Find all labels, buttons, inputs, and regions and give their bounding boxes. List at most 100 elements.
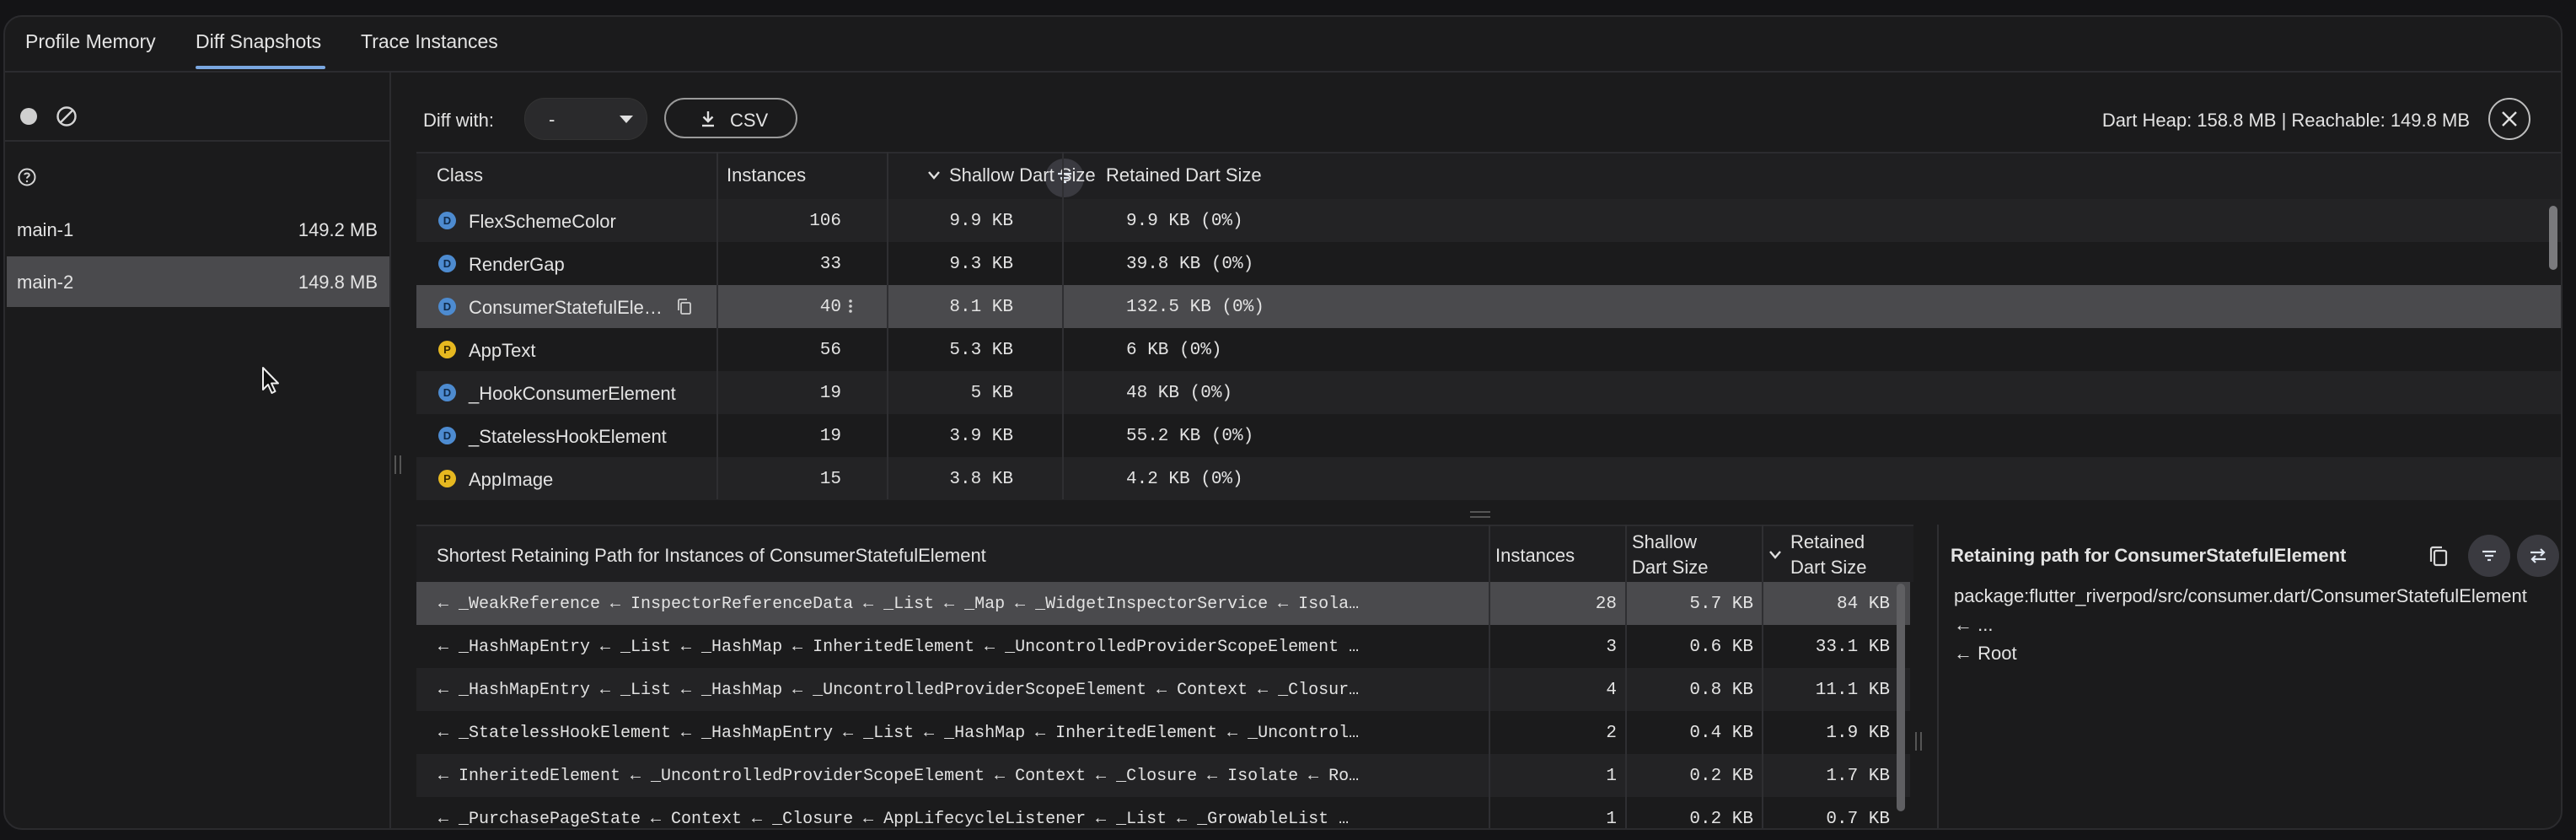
class-row[interactable]: D _HookConsumerElement 19 5 KB 48 KB (0%… (416, 371, 2561, 414)
take-snapshot-icon[interactable] (20, 108, 37, 125)
column-header-retained-size[interactable]: Retained Dart Size (1106, 152, 1262, 199)
retained-size-value: 48 KB (0%) (1126, 384, 1233, 403)
shallow-size-value: 3.9 KB (949, 427, 1013, 446)
retaining-path-row[interactable]: ← _StatelessHookElement ← _HashMapEntry … (416, 711, 1910, 754)
class-name: FlexSchemeColor (469, 211, 616, 232)
retained-size-value: 39.8 KB (0%) (1126, 255, 1254, 274)
tab-bar: Profile Memory Diff Snapshots Trace Inst… (5, 17, 2561, 73)
snapshot-item-main-2[interactable]: main-2 149.8 MB (7, 256, 389, 307)
class-row-selected[interactable]: D ConsumerStatefulEle… 40 8.1 KB 132.5 K… (416, 285, 2561, 328)
class-table: Class Instances Shallow Dart Size Retain… (416, 152, 2561, 516)
package-class-icon: P (438, 470, 456, 487)
retaining-path-title: Retaining path for ConsumerStatefulEleme… (1951, 545, 2347, 566)
path-shallow-value: 0.2 KB (1689, 767, 1753, 786)
dart-class-icon: D (438, 298, 456, 315)
instances-value: 33 (819, 255, 841, 274)
class-row[interactable]: P AppImage 15 3.8 KB 4.2 KB (0%) (416, 457, 2561, 500)
dart-class-icon: D (438, 255, 456, 272)
retaining-path-table: Shortest Retaining Path for Instances of… (416, 525, 1913, 828)
retaining-path-row[interactable]: ← _HashMapEntry ← _List ← _HashMap ← _Un… (416, 668, 1910, 711)
sort-descending-icon (1769, 551, 1781, 559)
path-instances-value: 28 (1595, 595, 1617, 614)
path-filter-button[interactable] (2468, 535, 2510, 577)
shallow-size-value: 5.3 KB (949, 341, 1013, 360)
path-retained-value: 1.9 KB (1826, 724, 1890, 743)
class-row[interactable]: D FlexSchemeColor 106 9.9 KB 9.9 KB (0%) (416, 199, 2561, 242)
retaining-path-row[interactable]: ← InheritedElement ← _UncontrolledProvid… (416, 754, 1910, 797)
retaining-path-line: package:flutter_riverpod/src/consumer.da… (1954, 585, 2527, 606)
snapshot-list-panel: main-1 149.2 MB main-2 149.8 MB (5, 73, 391, 828)
shallow-size-value: 9.3 KB (949, 255, 1013, 274)
diff-with-label: Diff with: (423, 110, 494, 131)
more-vert-icon[interactable] (848, 298, 853, 315)
snapshot-size: 149.8 MB (298, 272, 378, 293)
diff-panel: Diff with: - CSV Dart Heap: 158.8 MB | R… (393, 73, 2561, 828)
retained-size-value: 132.5 KB (0%) (1126, 298, 1264, 317)
class-row[interactable]: D RenderGap 33 9.3 KB 39.8 KB (0%) (416, 242, 2561, 285)
class-name: AppText (469, 340, 536, 361)
retained-size-value: 55.2 KB (0%) (1126, 427, 1254, 446)
class-row[interactable]: P AppText 56 5.3 KB 6 KB (0%) (416, 328, 2561, 371)
path-retained-value: 84 KB (1836, 595, 1890, 614)
path-retained-value: 1.7 KB (1826, 767, 1890, 786)
column-header-shallow-size[interactable]: Shallow Dart Size (949, 152, 1096, 199)
chevron-down-icon (620, 116, 633, 123)
copy-icon[interactable] (676, 298, 693, 316)
column-divider (1489, 525, 1490, 828)
sort-descending-icon (928, 171, 940, 180)
package-class-icon: P (438, 341, 456, 358)
column-header-path-retained[interactable]: Retained (1790, 531, 1865, 553)
retaining-path-row[interactable]: ← _PurchasePageState ← Context ← _Closur… (416, 797, 1910, 828)
close-icon (2502, 111, 2517, 127)
column-header-path-shallow-unit: Dart Size (1632, 557, 1709, 578)
snapshot-name: main-2 (17, 272, 74, 293)
snapshot-item-main-1[interactable]: main-1 149.2 MB (7, 204, 389, 255)
retained-size-value: 6 KB (0%) (1126, 341, 1222, 360)
export-csv-button[interactable]: CSV (664, 98, 797, 138)
tab-trace-instances[interactable]: Trace Instances (361, 30, 498, 53)
close-button[interactable] (2488, 98, 2530, 140)
path-instances-value: 3 (1606, 638, 1617, 657)
clear-snapshots-icon[interactable] (56, 105, 78, 127)
swap-direction-button[interactable] (2517, 535, 2559, 577)
snapshot-toolbar (5, 73, 389, 142)
shallow-size-value: 9.9 KB (949, 212, 1013, 231)
instances-value: 19 (819, 384, 841, 403)
path-retained-value: 33.1 KB (1815, 638, 1890, 657)
column-header-path-instances[interactable]: Instances (1495, 545, 1575, 567)
instances-value: 56 (819, 341, 841, 360)
retained-size-value: 4.2 KB (0%) (1126, 470, 1243, 489)
path-instances-value: 1 (1606, 810, 1617, 828)
retained-size-value: 9.9 KB (0%) (1126, 212, 1243, 231)
path-instances-value: 4 (1606, 681, 1617, 700)
class-row[interactable]: D _StatelessHookElement 19 3.9 KB 55.2 K… (416, 414, 2561, 457)
diff-with-dropdown[interactable]: - (524, 98, 647, 140)
retaining-path-line: ← ... (1954, 614, 1994, 635)
class-name: RenderGap (469, 254, 565, 275)
filter-icon (2482, 550, 2496, 562)
path-shallow-value: 0.2 KB (1689, 810, 1753, 828)
retaining-path-row-selected[interactable]: ← _WeakReference ← InspectorReferenceDat… (416, 582, 1910, 625)
column-header-instances[interactable]: Instances (727, 152, 806, 199)
tab-profile-memory[interactable]: Profile Memory (25, 30, 156, 53)
shallow-size-value: 8.1 KB (949, 298, 1013, 317)
column-header-path-retained-unit: Dart Size (1790, 557, 1867, 578)
vertical-split-handle[interactable] (1915, 732, 1922, 751)
class-name: AppImage (469, 469, 554, 490)
help-icon[interactable] (17, 167, 37, 187)
retaining-path-text: ← _PurchasePageState ← Context ← _Closur… (438, 810, 1350, 828)
csv-label: CSV (730, 110, 769, 131)
retaining-path-row[interactable]: ← _HashMapEntry ← _List ← _HashMap ← Inh… (416, 625, 1910, 668)
snapshot-size: 149.2 MB (298, 219, 378, 240)
column-divider (1625, 525, 1627, 828)
horizontal-split-handle[interactable] (1470, 511, 1490, 518)
copy-icon[interactable] (2428, 545, 2450, 568)
tab-diff-snapshots[interactable]: Diff Snapshots (196, 30, 321, 53)
column-header-path-shallow[interactable]: Shallow (1632, 531, 1697, 553)
shallow-size-value: 5 KB (970, 384, 1013, 403)
path-table-scrollbar[interactable] (1897, 584, 1905, 811)
instances-value: 40 (819, 298, 841, 317)
class-table-scrollbar[interactable] (2549, 206, 2557, 270)
column-header-class[interactable]: Class (437, 152, 483, 199)
retaining-path-text: ← _StatelessHookElement ← _HashMapEntry … (438, 724, 1360, 743)
